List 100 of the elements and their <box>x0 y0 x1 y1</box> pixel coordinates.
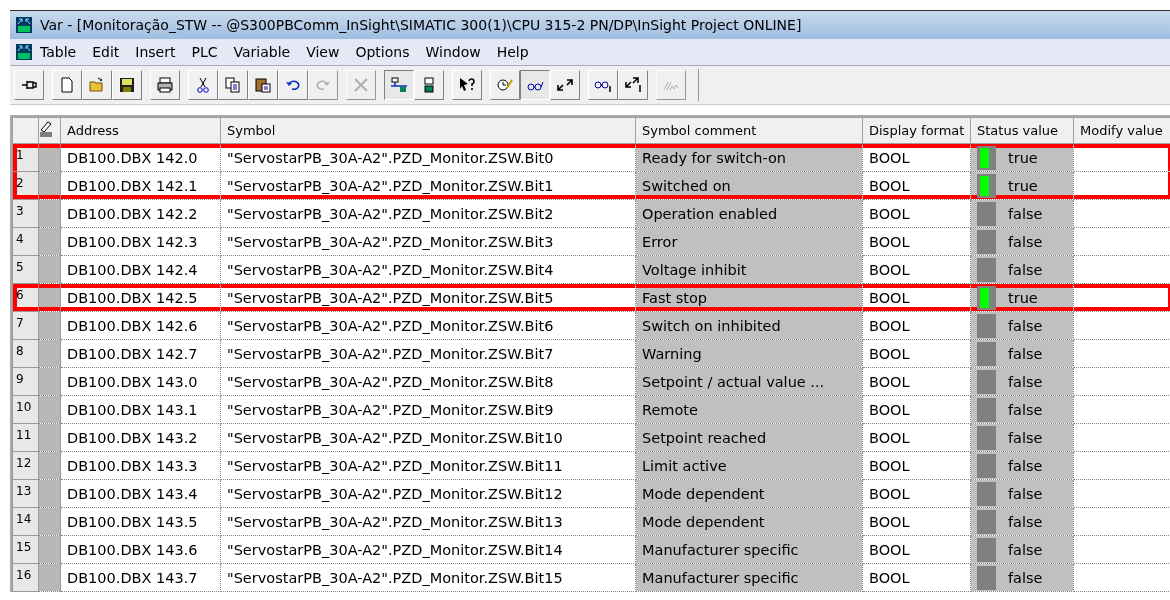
comment-cell: Limit active <box>635 451 863 480</box>
address-cell: DB100.DBX 142.3 <box>60 227 221 256</box>
comment-cell: Fast stop <box>635 283 863 312</box>
comment-cell: Mode dependent <box>635 479 863 508</box>
delete-icon <box>352 76 370 94</box>
address-cell: DB100.DBX 142.4 <box>60 255 221 284</box>
row-number[interactable]: 2 <box>12 171 39 200</box>
printer-icon <box>156 76 174 94</box>
arrows-icon <box>556 76 574 94</box>
comment-cell: Manufacturer specific <box>635 563 863 592</box>
status-value: true <box>1008 148 1038 167</box>
new-document-icon <box>58 76 76 94</box>
row-number[interactable]: 11 <box>12 423 39 452</box>
arrows-icon <box>624 76 642 94</box>
symbol-cell: "ServostarPB_30A-A2".PZD_Monitor.ZSW.Bit5 <box>220 283 636 312</box>
menu-item[interactable]: Insert <box>127 42 184 62</box>
menu-item[interactable]: Table <box>32 42 85 62</box>
row-number[interactable]: 4 <box>12 227 39 256</box>
menu-item[interactable]: Edit <box>84 42 128 62</box>
help-pointer-icon <box>458 76 476 94</box>
address-cell: DB100.DBX 142.7 <box>60 339 221 368</box>
address-cell: DB100.DBX 143.5 <box>60 507 221 536</box>
status-value: false <box>1008 512 1043 531</box>
address-cell: DB100.DBX 142.0 <box>60 143 221 172</box>
format-cell: BOOL <box>862 199 971 228</box>
format-cell: BOOL <box>862 423 971 452</box>
symbol-cell: "ServostarPB_30A-A2".PZD_Monitor.ZSW.Bit0 <box>220 143 636 172</box>
format-cell: BOOL <box>862 479 971 508</box>
row-number[interactable]: 10 <box>12 395 39 424</box>
row-number[interactable]: 12 <box>12 451 39 480</box>
format-cell: BOOL <box>862 535 971 564</box>
row-number[interactable]: 13 <box>12 479 39 508</box>
address-cell: DB100.DBX 143.7 <box>60 563 221 592</box>
symbol-cell: "ServostarPB_30A-A2".PZD_Monitor.ZSW.Bit9 <box>220 395 636 424</box>
comment-cell: Switch on inhibited <box>635 311 863 340</box>
status-value: true <box>1008 288 1038 307</box>
status-value: false <box>1008 316 1043 335</box>
clipboard-icon <box>254 76 272 94</box>
row-number[interactable]: 9 <box>12 367 39 396</box>
app-icon <box>16 44 32 60</box>
row-number[interactable]: 6 <box>12 283 39 312</box>
comment-cell: Ready for switch-on <box>635 143 863 172</box>
column-header[interactable]: Symbol <box>220 117 636 144</box>
status-value: false <box>1008 428 1043 447</box>
status-value: false <box>1008 344 1043 363</box>
row-number[interactable]: 7 <box>12 311 39 340</box>
menu-item[interactable]: Window <box>417 42 489 62</box>
row-number[interactable]: 8 <box>12 339 39 368</box>
row-number[interactable]: 3 <box>12 199 39 228</box>
format-cell: BOOL <box>862 563 971 592</box>
row-number[interactable]: 14 <box>12 507 39 536</box>
status-value: false <box>1008 484 1043 503</box>
symbol-cell: "ServostarPB_30A-A2".PZD_Monitor.ZSW.Bit2 <box>220 199 636 228</box>
symbol-cell: "ServostarPB_30A-A2".PZD_Monitor.ZSW.Bit10 <box>220 423 636 452</box>
column-header[interactable]: Symbol comment <box>635 117 863 144</box>
format-cell: BOOL <box>862 171 971 200</box>
row-number[interactable]: 15 <box>12 535 39 564</box>
scissors-icon <box>194 76 212 94</box>
comment-cell: Operation enabled <box>635 199 863 228</box>
format-cell: BOOL <box>862 283 971 312</box>
symbol-cell: "ServostarPB_30A-A2".PZD_Monitor.ZSW.Bit13 <box>220 507 636 536</box>
status-value: false <box>1008 372 1043 391</box>
status-value: true <box>1008 176 1038 195</box>
status-value: false <box>1008 456 1043 475</box>
column-header[interactable]: Modify value <box>1073 117 1170 144</box>
toolbar-button[interactable] <box>520 70 550 100</box>
format-cell: BOOL <box>862 143 971 172</box>
menu-item[interactable]: Variable <box>225 42 299 62</box>
row-number[interactable]: 5 <box>12 255 39 284</box>
menu-item[interactable]: PLC <box>183 42 226 62</box>
comment-cell: Setpoint reached <box>635 423 863 452</box>
status-value: false <box>1008 400 1043 419</box>
status-value: false <box>1008 260 1043 279</box>
symbol-cell: "ServostarPB_30A-A2".PZD_Monitor.ZSW.Bit1 <box>220 171 636 200</box>
comment-cell: Warning <box>635 339 863 368</box>
symbol-cell: "ServostarPB_30A-A2".PZD_Monitor.ZSW.Bit15 <box>220 563 636 592</box>
menu-item[interactable]: Options <box>347 42 418 62</box>
column-header[interactable]: Display format <box>862 117 971 144</box>
table-edit-icon <box>39 120 53 138</box>
address-cell: DB100.DBX 142.6 <box>60 311 221 340</box>
row-number[interactable]: 1 <box>12 143 39 172</box>
status-value: false <box>1008 540 1043 559</box>
status-value: false <box>1008 568 1043 587</box>
network-icon <box>390 76 408 94</box>
address-cell: DB100.DBX 143.3 <box>60 451 221 480</box>
format-cell: BOOL <box>862 395 971 424</box>
comment-cell: Manufacturer specific <box>635 535 863 564</box>
save-icon <box>118 76 136 94</box>
row-number[interactable]: 16 <box>12 563 39 592</box>
menu-item[interactable]: Help <box>488 42 537 62</box>
menu-item[interactable]: View <box>298 42 348 62</box>
address-cell: DB100.DBX 142.2 <box>60 199 221 228</box>
symbol-cell: "ServostarPB_30A-A2".PZD_Monitor.ZSW.Bit7 <box>220 339 636 368</box>
comment-cell: Setpoint / actual value ... <box>635 367 863 396</box>
comment-cell: Switched on <box>635 171 863 200</box>
column-header[interactable]: Status value <box>970 117 1074 144</box>
column-header[interactable]: Address <box>60 117 221 144</box>
symbol-cell: "ServostarPB_30A-A2".PZD_Monitor.ZSW.Bit3 <box>220 227 636 256</box>
format-cell: BOOL <box>862 451 971 480</box>
symbol-cell: "ServostarPB_30A-A2".PZD_Monitor.ZSW.Bit11 <box>220 451 636 480</box>
